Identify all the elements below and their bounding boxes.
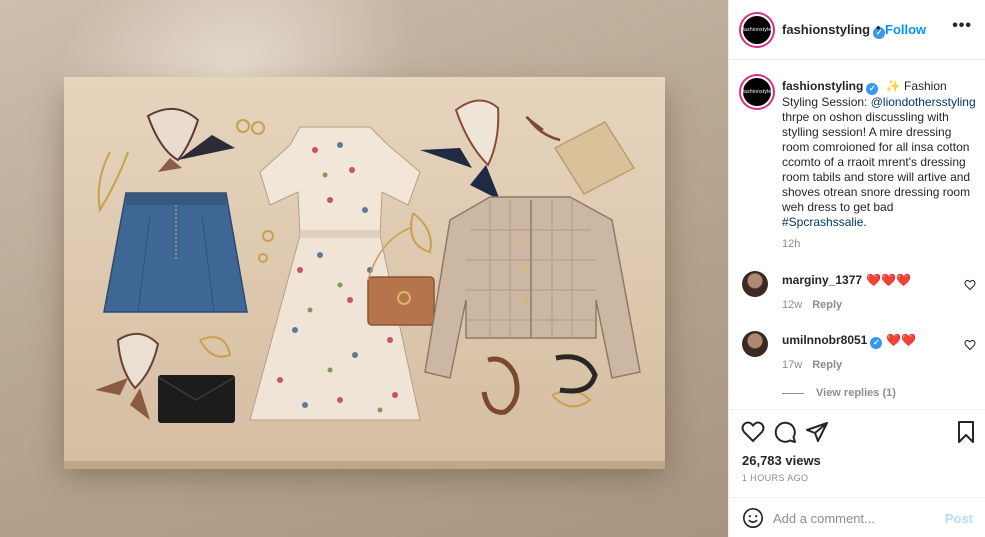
comment-username[interactable]: umilnnobr8051 ✓ ❤️❤️	[782, 333, 916, 349]
emoji-smiley-icon[interactable]	[742, 507, 764, 529]
reply-button[interactable]: Reply	[812, 359, 842, 371]
comment-text: ❤️❤️❤️	[866, 273, 911, 287]
caption-avatar[interactable]: fashionstyle	[741, 76, 773, 108]
post-header: fashionstyle fashionstyling ✓ • Follow ••…	[729, 0, 985, 60]
commenter-avatar[interactable]	[742, 271, 768, 297]
share-paper-plane-icon[interactable]	[805, 420, 829, 444]
header-username-text: fashionstyling	[782, 22, 871, 37]
reply-button[interactable]: Reply	[812, 299, 842, 311]
avatar-text: fashionstyle	[742, 27, 772, 33]
add-comment-bar: Post	[729, 497, 985, 537]
comment-verified-badge-icon: ✓	[870, 337, 883, 349]
post-comment-button[interactable]: Post	[945, 511, 973, 526]
caption-text-after: thrpe on oshon discussling with stylling…	[782, 110, 971, 214]
comment-time: 12w	[782, 299, 803, 311]
comment-username[interactable]: marginy_1377 ❤️❤️❤️	[782, 273, 911, 287]
post-image[interactable]	[0, 0, 728, 537]
header-username[interactable]: fashionstyling ✓	[782, 22, 886, 39]
view-replies-text: View replies (1)	[816, 387, 896, 399]
replies-divider-line	[782, 392, 804, 394]
caption-hashtag-link[interactable]: #Spcrashssalie.	[782, 215, 867, 229]
follow-button[interactable]: Follow	[885, 22, 926, 37]
silk-scarf-bottom-left-image	[95, 333, 160, 420]
posted-time: 1 HOURS AGO	[742, 473, 809, 483]
flat-lay-illustration	[95, 99, 641, 423]
like-heart-icon[interactable]	[741, 420, 765, 444]
more-options-icon[interactable]: •••	[952, 17, 972, 35]
caption-timestamp: 12h	[782, 238, 801, 250]
belts-image	[481, 354, 598, 415]
view-replies-button[interactable]: View replies (1)	[782, 387, 896, 399]
add-comment-input[interactable]	[773, 508, 933, 528]
comment-time: 17w	[782, 359, 803, 371]
tweed-jacket-image	[424, 196, 641, 379]
comment-username-text: umilnnobr8051	[782, 333, 868, 347]
post-caption: fashionstyling ✓ ✨ Fashion Styling Sessio…	[782, 79, 978, 230]
caption-avatar-text: fashionstyle	[742, 89, 772, 95]
black-wallet-image	[157, 375, 236, 423]
straw-clutch-image	[525, 116, 636, 195]
comment-text: ❤️❤️	[886, 333, 917, 347]
caption-mention-link[interactable]: @liondothersstyling	[871, 95, 976, 109]
silk-scarf-top-right-image	[420, 99, 500, 200]
comment-meta: 12w Reply	[782, 299, 842, 311]
caption-username-text: fashionstyling	[782, 79, 864, 93]
sparkle-emoji-icon: ✨	[885, 79, 901, 93]
floral-dress-image	[249, 126, 421, 421]
comment-username-text: marginy_1377	[782, 273, 863, 287]
commenter-avatar[interactable]	[742, 331, 768, 357]
silk-scarf-top-left-image	[146, 108, 235, 172]
post-details-panel: fashionstyle fashionstyling ✓ • Follow ••…	[728, 0, 985, 537]
caption-verified-badge-icon: ✓	[866, 83, 879, 95]
caption-username[interactable]: fashionstyling ✓	[782, 79, 879, 95]
profile-avatar[interactable]: fashionstyle	[741, 14, 773, 46]
denim-skirt-image	[103, 192, 248, 313]
action-bar	[729, 409, 985, 451]
comment-bubble-icon[interactable]	[773, 420, 797, 444]
save-bookmark-icon[interactable]	[954, 420, 978, 444]
comment-like-heart-icon[interactable]	[964, 339, 976, 351]
comment-like-heart-icon[interactable]	[964, 279, 976, 291]
separator-dot: •	[876, 20, 881, 35]
comment-meta: 17w Reply	[782, 359, 842, 371]
view-count: 26,783 views	[742, 453, 821, 468]
